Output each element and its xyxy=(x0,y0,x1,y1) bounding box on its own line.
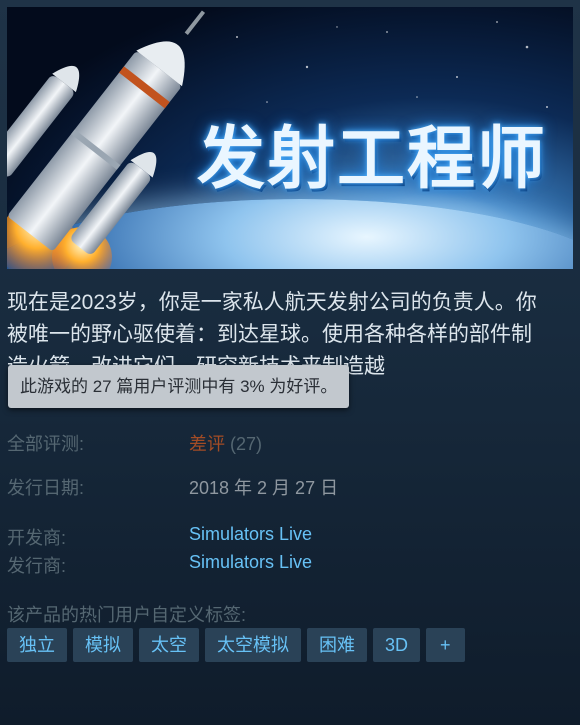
review-count: (27) xyxy=(230,434,263,454)
tag-difficult[interactable]: 困难 xyxy=(307,628,367,662)
developer-label: 开发商: xyxy=(7,528,67,548)
tag-3d[interactable]: 3D xyxy=(373,628,421,662)
developer-link[interactable]: Simulators Live xyxy=(189,524,312,545)
game-title-art: 发射工程师 xyxy=(197,120,548,199)
publisher-link[interactable]: Simulators Live xyxy=(189,552,312,573)
review-tooltip: 此游戏的 27 篇用户评测中有 3% 为好评。 xyxy=(8,365,350,408)
reviews-label: 全部评测: xyxy=(7,434,85,454)
tag-list: 独立 模拟 太空 太空模拟 困难 3D + xyxy=(7,628,465,662)
tag-space[interactable]: 太空 xyxy=(139,628,199,662)
release-date-label: 发行日期: xyxy=(7,478,85,498)
release-date-value: 2018 年 2 月 27 日 xyxy=(189,478,339,498)
review-summary: 差评 xyxy=(189,434,225,454)
tag-space-sim[interactable]: 太空模拟 xyxy=(205,628,301,662)
publisher-label: 发行商: xyxy=(7,556,67,576)
tag-simulation[interactable]: 模拟 xyxy=(73,628,133,662)
review-summary-link[interactable]: 差评 (27) xyxy=(189,430,262,456)
tags-label: 该产品的热门用户自定义标签: xyxy=(7,605,246,625)
add-tag-button[interactable]: + xyxy=(426,628,465,662)
tag-indie[interactable]: 独立 xyxy=(7,628,67,662)
header-capsule-image[interactable]: 发射工程师 xyxy=(7,7,573,269)
